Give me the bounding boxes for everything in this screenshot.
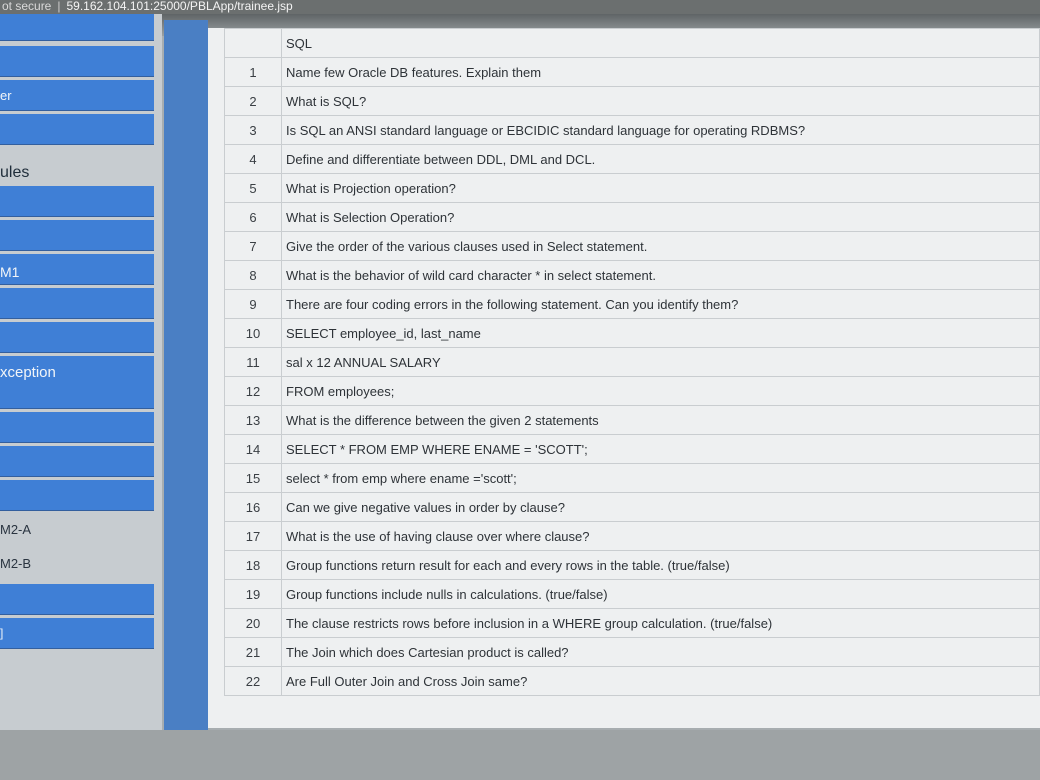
table-row: 12 FROM employees; — [224, 376, 1040, 406]
sidebar-item-2[interactable] — [0, 46, 154, 77]
question-number: 11 — [224, 347, 282, 377]
question-number: 6 — [224, 202, 282, 232]
sidebar-item-15[interactable] — [0, 618, 154, 649]
question-text: What is the behavior of wild card charac… — [281, 260, 1040, 290]
table-row: 17 What is the use of having clause over … — [224, 521, 1040, 551]
sidebar: er ules M1 xception M2-A M2-B ] — [0, 14, 162, 744]
sidebar-item-6[interactable] — [0, 220, 154, 251]
sidebar-item-11[interactable] — [0, 412, 154, 443]
table-row: 22 Are Full Outer Join and Cross Join sam… — [224, 666, 1040, 696]
sidebar-item-1[interactable] — [0, 14, 154, 41]
sidebar-item-label-m2b[interactable]: M2-B — [0, 556, 31, 571]
question-number: 13 — [224, 405, 282, 435]
question-number: 10 — [224, 318, 282, 348]
question-number: 22 — [224, 666, 282, 696]
table-row: 13 What is the difference between the giv… — [224, 405, 1040, 435]
table-row: 21 The Join which does Cartesian product … — [224, 637, 1040, 667]
table-row: 10 SELECT employee_id, last_name — [224, 318, 1040, 348]
question-number: 4 — [224, 144, 282, 174]
table-row: 8 What is the behavior of wild card chara… — [224, 260, 1040, 290]
table-row: 11 sal x 12 ANNUAL SALARY — [224, 347, 1040, 377]
question-number: 9 — [224, 289, 282, 319]
table-row: 4 Define and differentiate between DDL, D… — [224, 144, 1040, 174]
question-number: 1 — [224, 57, 282, 87]
table-header-row: SQL — [224, 28, 1040, 58]
question-number: 16 — [224, 492, 282, 522]
question-number: 19 — [224, 579, 282, 609]
sidebar-item-3[interactable] — [0, 80, 154, 111]
question-number: 21 — [224, 637, 282, 667]
sidebar-splitter[interactable] — [164, 20, 208, 734]
sidebar-item-label-er[interactable]: er — [0, 88, 12, 103]
table-row: 5 What is Projection operation? — [224, 173, 1040, 203]
question-text: Is SQL an ANSI standard language or EBCI… — [281, 115, 1040, 145]
url-text[interactable]: 59.162.104.101:25000/PBLApp/trainee.jsp — [66, 0, 292, 13]
table-row: 18 Group functions return result for each… — [224, 550, 1040, 580]
sidebar-item-12[interactable] — [0, 446, 154, 477]
sidebar-item-label-m2a[interactable]: M2-A — [0, 522, 31, 537]
sidebar-item-13[interactable] — [0, 480, 154, 511]
question-text: What is Selection Operation? — [281, 202, 1040, 232]
question-number: 12 — [224, 376, 282, 406]
table-row: 9 There are four coding errors in the fol… — [224, 289, 1040, 319]
table-row: 16 Can we give negative values in order b… — [224, 492, 1040, 522]
table-row: 6 What is Selection Operation? — [224, 202, 1040, 232]
question-number: 20 — [224, 608, 282, 638]
question-number: 5 — [224, 173, 282, 203]
sidebar-item-label-m1[interactable]: M1 — [0, 264, 19, 280]
question-number: 14 — [224, 434, 282, 464]
question-text: sal x 12 ANNUAL SALARY — [281, 347, 1040, 377]
question-text: Group functions include nulls in calcula… — [281, 579, 1040, 609]
question-number: 2 — [224, 86, 282, 116]
table-row: 20 The clause restricts rows before inclu… — [224, 608, 1040, 638]
question-text: The Join which does Cartesian product is… — [281, 637, 1040, 667]
question-number: 7 — [224, 231, 282, 261]
question-number: 15 — [224, 463, 282, 493]
table-row: 15 select * from emp where ename ='scott'… — [224, 463, 1040, 493]
question-text: What is the difference between the given… — [281, 405, 1040, 435]
question-text: Name few Oracle DB features. Explain the… — [281, 57, 1040, 87]
question-text: SELECT employee_id, last_name — [281, 318, 1040, 348]
question-text: What is SQL? — [281, 86, 1040, 116]
table-row: 19 Group functions include nulls in calcu… — [224, 579, 1040, 609]
question-text: FROM employees; — [281, 376, 1040, 406]
question-text: Define and differentiate between DDL, DM… — [281, 144, 1040, 174]
desk-background — [0, 730, 1040, 780]
sidebar-section-modules: ules — [0, 164, 30, 181]
table-row: 7 Give the order of the various clauses u… — [224, 231, 1040, 261]
question-text: Are Full Outer Join and Cross Join same? — [281, 666, 1040, 696]
sidebar-item-4[interactable] — [0, 114, 154, 145]
sidebar-item-7[interactable] — [0, 254, 154, 285]
header-title: SQL — [281, 28, 1040, 58]
question-number: 18 — [224, 550, 282, 580]
question-panel: SQL 1 Name few Oracle DB features. Explai… — [208, 28, 1040, 728]
question-text: select * from emp where ename ='scott'; — [281, 463, 1040, 493]
question-text: The clause restricts rows before inclusi… — [281, 608, 1040, 638]
question-text: What is the use of having clause over wh… — [281, 521, 1040, 551]
question-table: SQL 1 Name few Oracle DB features. Explai… — [224, 28, 1040, 696]
question-number: 17 — [224, 521, 282, 551]
question-text: Can we give negative values in order by … — [281, 492, 1040, 522]
header-num-cell — [224, 28, 282, 58]
sidebar-item-8[interactable] — [0, 288, 154, 319]
address-bar[interactable]: ot secure | 59.162.104.101:25000/PBLApp/tr… — [0, 0, 1040, 14]
question-number: 3 — [224, 115, 282, 145]
sidebar-item-label-exception[interactable]: xception — [0, 364, 56, 381]
address-separator: | — [57, 0, 61, 13]
question-text: Give the order of the various clauses us… — [281, 231, 1040, 261]
question-text: Group functions return result for each a… — [281, 550, 1040, 580]
table-row: 1 Name few Oracle DB features. Explain th… — [224, 57, 1040, 87]
table-row: 2 What is SQL? — [224, 86, 1040, 116]
question-number: 8 — [224, 260, 282, 290]
security-indicator[interactable]: ot secure — [0, 0, 51, 13]
sidebar-item-label-bracket[interactable]: ] — [0, 626, 3, 640]
question-text: There are four coding errors in the foll… — [281, 289, 1040, 319]
table-row: 14 SELECT * FROM EMP WHERE ENAME = 'SCOTT… — [224, 434, 1040, 464]
sidebar-item-9[interactable] — [0, 322, 154, 353]
sidebar-item-14[interactable] — [0, 584, 154, 615]
question-text: What is Projection operation? — [281, 173, 1040, 203]
sidebar-item-5[interactable] — [0, 186, 154, 217]
table-row: 3 Is SQL an ANSI standard language or EBC… — [224, 115, 1040, 145]
question-text: SELECT * FROM EMP WHERE ENAME = 'SCOTT'; — [281, 434, 1040, 464]
